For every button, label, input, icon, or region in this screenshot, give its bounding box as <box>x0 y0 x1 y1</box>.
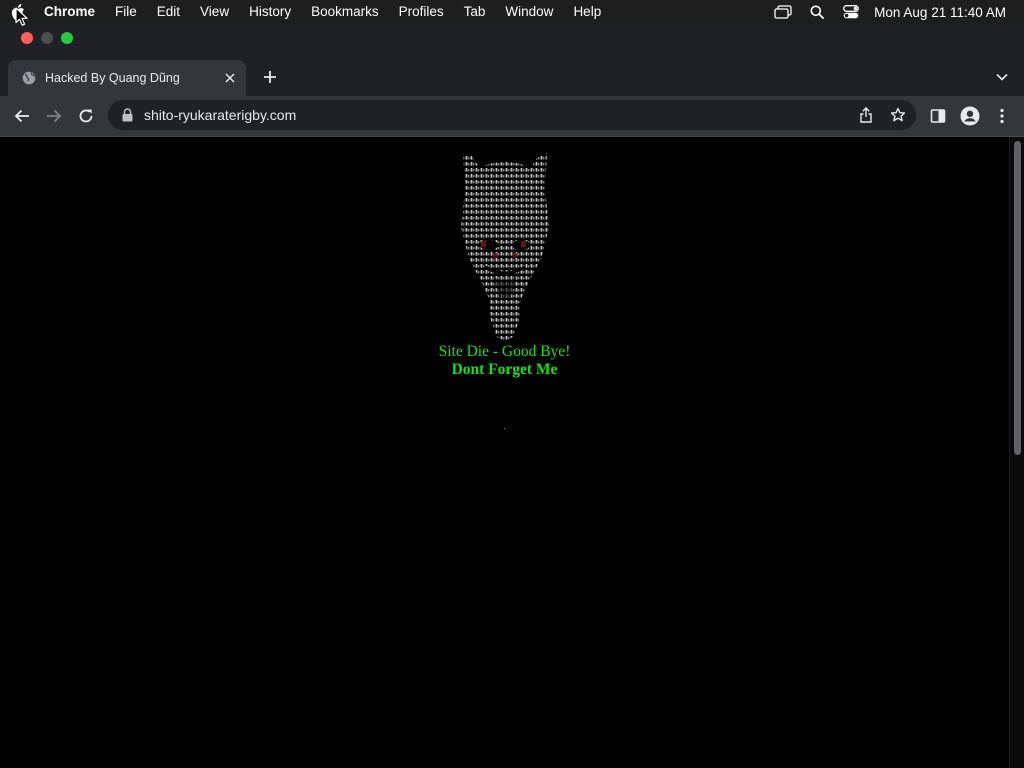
share-icon[interactable] <box>852 101 880 129</box>
control-center-icon[interactable] <box>834 0 868 24</box>
menu-window[interactable]: Window <box>495 0 563 24</box>
tab-close-icon[interactable] <box>218 66 242 90</box>
menu-tab[interactable]: Tab <box>454 0 496 24</box>
hacked-message-line-1: Site Die - Good Bye! <box>438 343 571 360</box>
minimize-window-button[interactable] <box>41 32 53 44</box>
menu-bar-clock[interactable]: Mon Aug 21 11:40 AM <box>868 5 1024 20</box>
back-button[interactable] <box>8 102 36 130</box>
hacked-message-line-2: Dont Forget Me <box>451 361 558 378</box>
close-window-button[interactable] <box>21 32 33 44</box>
menu-view[interactable]: View <box>190 0 239 24</box>
menu-chrome[interactable]: Chrome <box>36 0 105 24</box>
lock-icon[interactable] <box>120 107 134 123</box>
menu-help[interactable]: Help <box>563 0 611 24</box>
profile-avatar-icon[interactable] <box>956 102 984 130</box>
menu-edit[interactable]: Edit <box>147 0 190 24</box>
mouse-pointer-icon <box>15 7 29 27</box>
globe-icon <box>21 70 37 86</box>
window-title-bar <box>0 24 1024 56</box>
screen-mirroring-icon[interactable] <box>766 0 800 24</box>
tab-search-chevron-icon[interactable] <box>990 65 1014 89</box>
tab-active[interactable]: Hacked By Quang Dũng <box>8 60 246 96</box>
browser-toolbar: shito-ryukaraterigby.com <box>0 96 1024 136</box>
menu-profiles[interactable]: Profiles <box>389 0 454 24</box>
zoom-window-button[interactable] <box>61 32 73 44</box>
tab-strip: Hacked By Quang Dũng <box>0 56 1024 96</box>
chrome-menu-icon[interactable] <box>988 102 1016 130</box>
macos-menu-bar: Chrome File Edit View History Bookmarks … <box>0 0 1024 24</box>
url-text[interactable]: shito-ryukaraterigby.com <box>144 107 852 123</box>
menu-bookmarks[interactable]: Bookmarks <box>301 0 389 24</box>
scrollbar-thumb[interactable] <box>1014 141 1021 455</box>
ascii-art-mask-image <box>455 149 555 349</box>
spotlight-search-icon[interactable] <box>800 0 834 24</box>
forward-button[interactable] <box>40 102 68 130</box>
address-bar[interactable]: shito-ryukaraterigby.com <box>108 100 916 130</box>
web-page-content: Site Die - Good Bye! Dont Forget Me <box>0 137 1009 768</box>
side-panel-icon[interactable] <box>924 102 952 130</box>
tab-title: Hacked By Quang Dũng <box>45 71 180 85</box>
menu-file[interactable]: File <box>105 0 147 24</box>
bookmark-star-icon[interactable] <box>884 101 912 129</box>
stray-pixel <box>504 428 505 429</box>
menu-history[interactable]: History <box>239 0 301 24</box>
page-scrollbar[interactable] <box>1009 137 1024 768</box>
new-tab-button[interactable] <box>258 65 282 89</box>
reload-button[interactable] <box>72 102 100 130</box>
